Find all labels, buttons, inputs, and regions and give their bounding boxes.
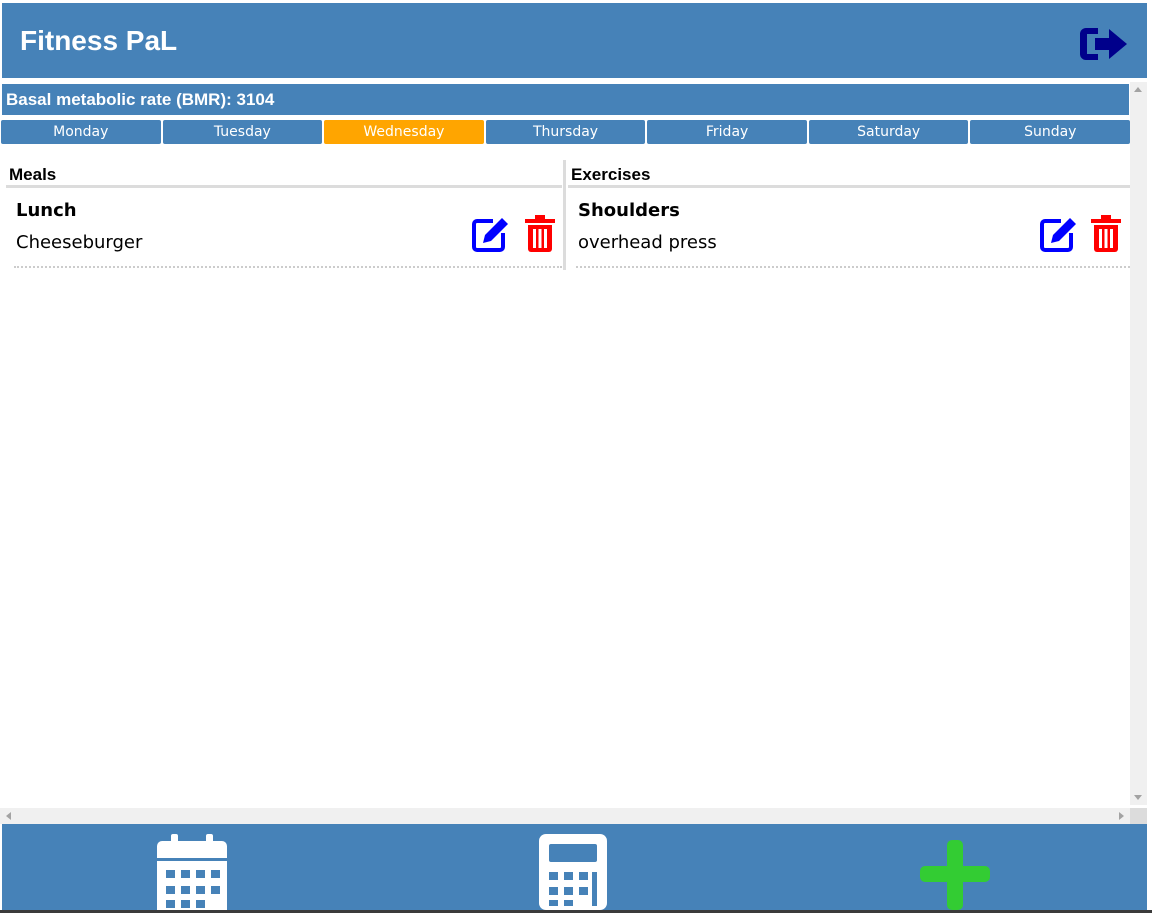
delete-meal-button[interactable]: [525, 215, 555, 253]
tab-tuesday[interactable]: Tuesday: [162, 120, 323, 144]
day-tabs: Monday Tuesday Wednesday Thursday Friday…: [1, 120, 1131, 144]
tab-wednesday[interactable]: Wednesday: [324, 120, 484, 144]
vertical-scrollbar[interactable]: [1130, 82, 1147, 805]
column-divider: [563, 160, 566, 270]
trash-icon: [1091, 215, 1121, 252]
meal-item: Lunch Cheeseburger: [14, 188, 562, 268]
meals-panel: Meals Lunch Cheeseburger: [6, 160, 562, 268]
calculator-button[interactable]: [539, 834, 607, 913]
exercise-item: Shoulders overhead press: [576, 188, 1130, 268]
app-title: Fitness PaL: [20, 25, 178, 56]
bottom-nav: [2, 824, 1147, 910]
edit-icon: [472, 218, 508, 252]
sign-out-icon: [1080, 28, 1127, 60]
delete-exercise-button[interactable]: [1091, 215, 1121, 253]
exercise-name: overhead press: [578, 232, 717, 253]
exercises-panel: Exercises Shoulders overhead press: [568, 160, 1130, 268]
scroll-down-icon[interactable]: [1134, 795, 1142, 800]
scroll-right-icon[interactable]: [1119, 812, 1124, 820]
edit-meal-button[interactable]: [471, 215, 511, 253]
scroll-corner: [1130, 808, 1147, 824]
bmr-bar: Basal metabolic rate (BMR): 3104: [2, 84, 1129, 115]
exercise-title: Shoulders: [578, 200, 680, 221]
trash-icon: [525, 215, 555, 252]
tab-saturday[interactable]: Saturday: [808, 120, 969, 144]
edit-exercise-button[interactable]: [1039, 215, 1079, 253]
calculator-icon: [539, 834, 607, 910]
calendar-button[interactable]: [157, 834, 227, 913]
meal-name: Cheeseburger: [16, 232, 143, 253]
tab-sunday[interactable]: Sunday: [970, 120, 1131, 144]
calendar-icon: [157, 834, 227, 910]
edit-icon: [1040, 218, 1076, 252]
meal-title: Lunch: [16, 200, 77, 221]
tab-thursday[interactable]: Thursday: [485, 120, 646, 144]
horizontal-scrollbar[interactable]: [0, 808, 1130, 824]
app-header: Fitness PaL: [2, 3, 1147, 78]
logout-button[interactable]: [1078, 24, 1130, 64]
add-entry-button[interactable]: [920, 834, 990, 913]
tab-friday[interactable]: Friday: [647, 120, 807, 144]
scroll-up-icon[interactable]: [1134, 87, 1142, 92]
meals-heading: Meals: [6, 160, 562, 188]
plus-icon: [920, 840, 990, 910]
scroll-left-icon[interactable]: [6, 812, 11, 820]
tab-monday[interactable]: Monday: [1, 120, 161, 144]
exercises-heading: Exercises: [568, 160, 1130, 188]
